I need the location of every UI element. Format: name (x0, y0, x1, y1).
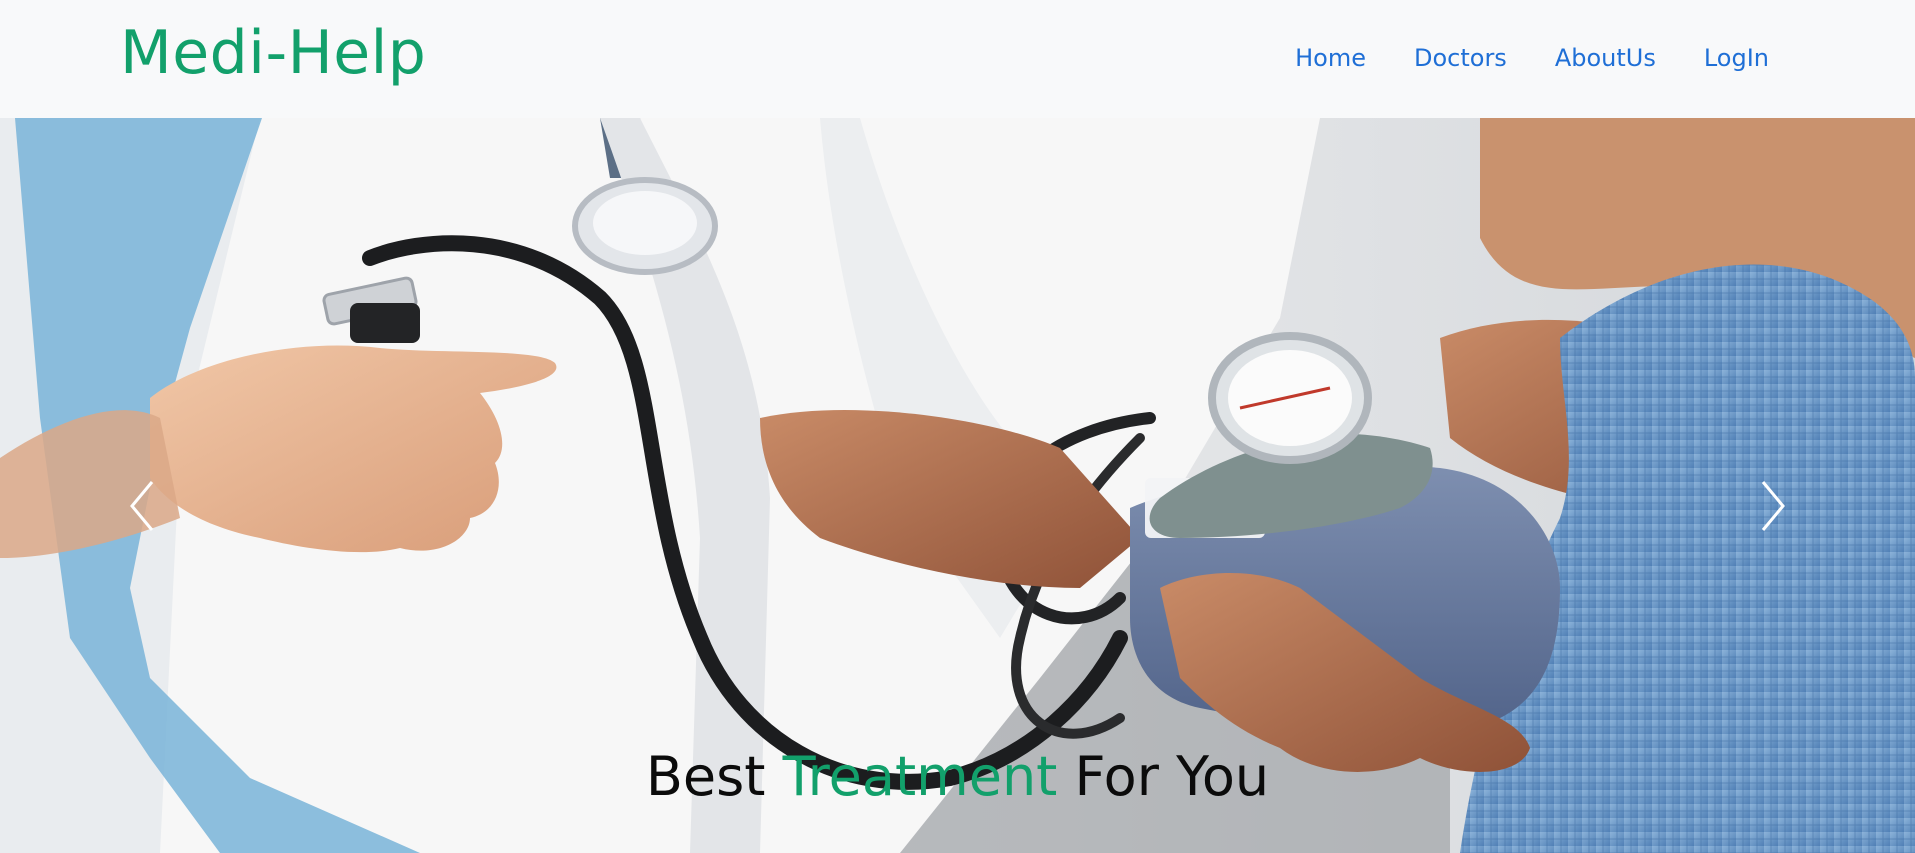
nav-aboutus-link[interactable]: AboutUs (1555, 44, 1656, 72)
caption-for-you: For You (1074, 745, 1270, 808)
carousel-prev-button[interactable] (122, 476, 162, 536)
caption-best: Best (645, 745, 766, 808)
navbar: Medi-Help Home Doctors AboutUs LogIn (0, 0, 1915, 118)
brand-logo[interactable]: Medi-Help (120, 18, 426, 88)
hero-image (0, 118, 1915, 853)
nav-home-link[interactable]: Home (1295, 44, 1366, 72)
caption-treatment: Treatment (782, 745, 1058, 808)
nav-doctors-link[interactable]: Doctors (1414, 44, 1507, 72)
carousel-next-button[interactable] (1753, 476, 1793, 536)
nav-login-link[interactable]: LogIn (1704, 44, 1769, 72)
nav-links: Home Doctors AboutUs LogIn (1295, 44, 1769, 72)
chevron-left-icon (130, 481, 154, 531)
hero-carousel: Best Treatment For You (0, 118, 1915, 853)
hero-caption: Best Treatment For You (0, 745, 1915, 808)
chevron-right-icon (1761, 481, 1785, 531)
